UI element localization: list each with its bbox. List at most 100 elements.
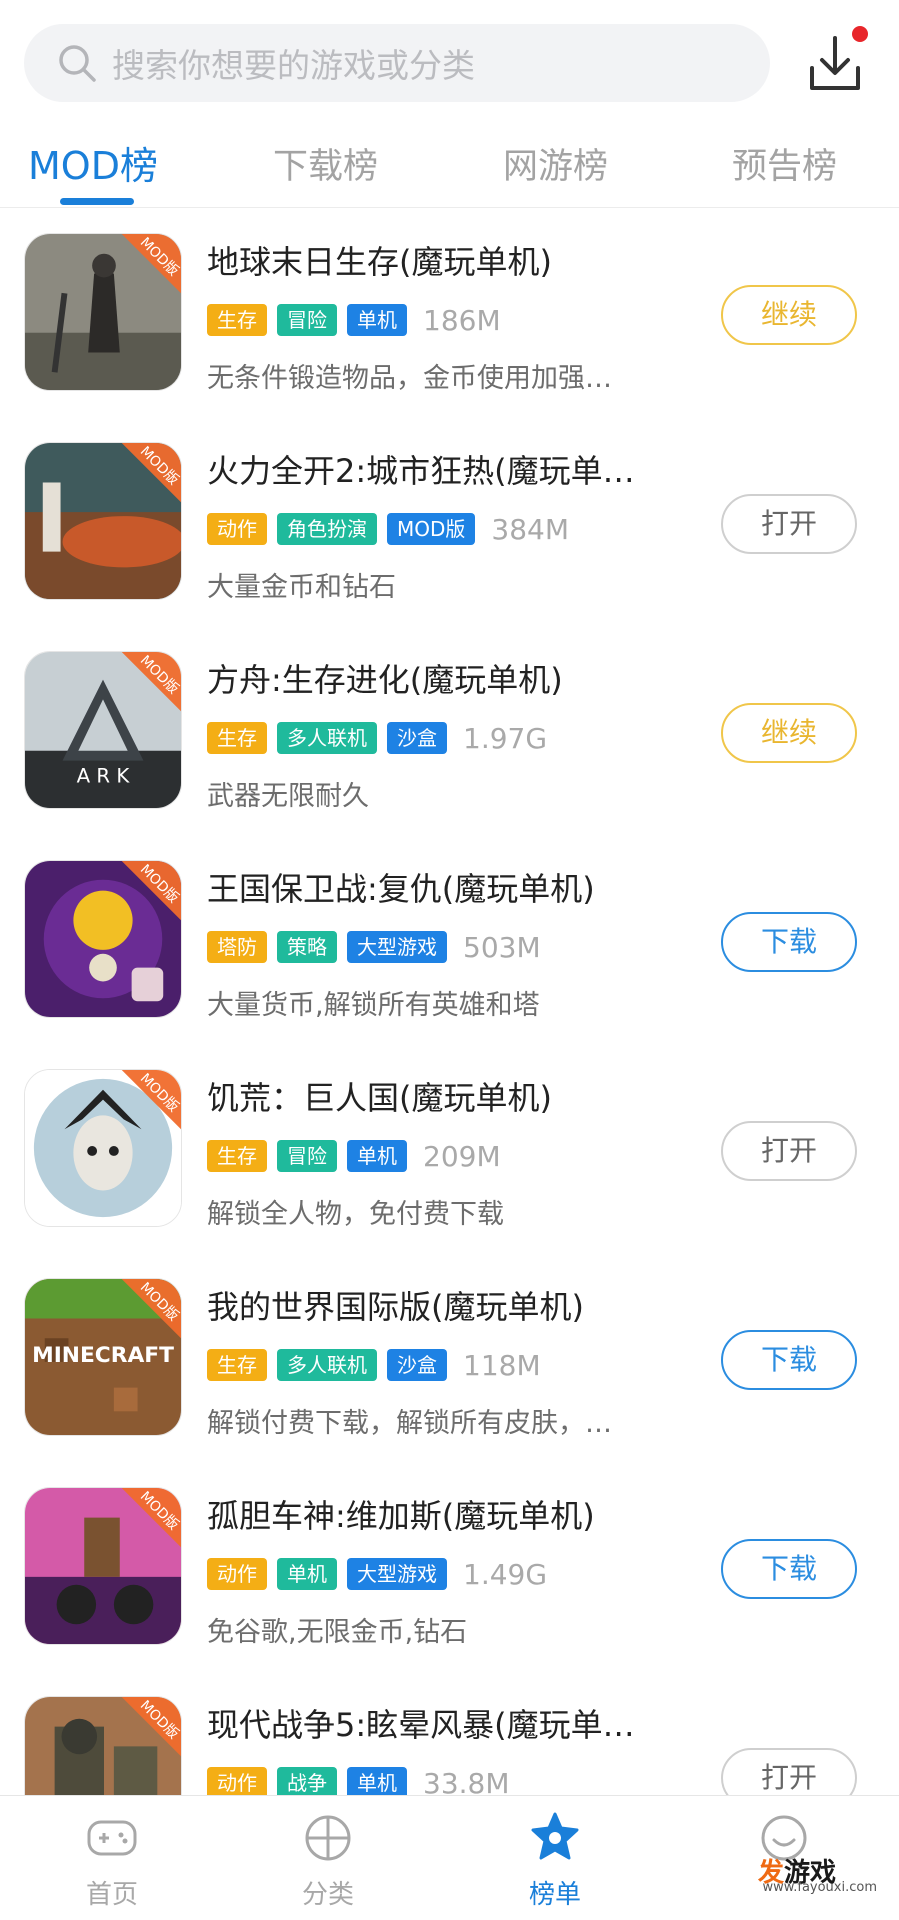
game-tags: 生存 多人联机 沙盒 1.97G <box>207 721 547 755</box>
genre-tag: 多人联机 <box>277 722 377 754</box>
game-size: 1.97G <box>463 721 548 755</box>
genre-tag: 大型游戏 <box>347 931 447 963</box>
game-icon[interactable]: MOD版 <box>24 233 182 391</box>
game-title[interactable]: 孤胆车神:维加斯(魔玩单机) <box>207 1491 681 1537</box>
game-icon[interactable]: MINECRAFT MOD版 <box>24 1278 182 1436</box>
tab-online[interactable]: 网游榜 <box>503 138 608 189</box>
game-tags: 塔防 策略 大型游戏 503M <box>207 930 541 964</box>
game-action-button[interactable]: 打开 <box>721 1748 857 1795</box>
list-item[interactable]: MOD版 饥荒：巨人国(魔玩单机) 生存 冒险 单机 209M 解锁全人物，免付费下… <box>0 1045 899 1254</box>
svg-text:A R K: A R K <box>77 764 131 787</box>
game-icon-artwork: MOD版 <box>25 1697 181 1795</box>
game-description: 无条件锻造物品，金币使用加强… <box>207 363 612 394</box>
game-size: 1.49G <box>463 1557 548 1591</box>
tab-mod[interactable]: MOD榜 <box>28 135 158 190</box>
game-tags: 生存 冒险 单机 186M <box>207 303 501 337</box>
list-item[interactable]: MOD版 地球末日生存(魔玩单机) 生存 冒险 单机 186M 无条件锻造物品，金币… <box>0 209 899 418</box>
nav-category[interactable]: 分类 <box>216 1796 440 1920</box>
game-title[interactable]: 现代战争5:眩晕风暴(魔玩单… <box>207 1700 681 1746</box>
list-item[interactable]: MOD版 火力全开2:城市狂热(魔玩单… 动作 角色扮演 MOD版 384M 大量金… <box>0 418 899 627</box>
svg-text:MINECRAFT: MINECRAFT <box>32 1343 174 1368</box>
game-description: 大量货币,解锁所有英雄和塔 <box>207 990 540 1021</box>
game-icon-artwork: MOD版 <box>25 234 181 390</box>
tab-download[interactable]: 下载榜 <box>273 138 378 189</box>
genre-tag: 角色扮演 <box>277 513 377 545</box>
game-action-button[interactable]: 下载 <box>721 1330 857 1390</box>
game-title[interactable]: 火力全开2:城市狂热(魔玩单… <box>207 446 681 492</box>
game-action-button[interactable]: 继续 <box>721 285 857 345</box>
game-title[interactable]: 地球末日生存(魔玩单机) <box>207 237 681 283</box>
game-icon-artwork: MOD版 <box>25 443 181 599</box>
game-icon[interactable]: MOD版 <box>24 442 182 600</box>
nav-ranking-label: 榜单 <box>528 1880 581 1910</box>
game-size: 118M <box>463 1348 541 1382</box>
genre-tag: 单机 <box>347 304 407 336</box>
top-bar: 搜索你想要的游戏或分类 <box>0 0 899 120</box>
genre-tag: 生存 <box>207 1349 267 1381</box>
game-description: 免谷歌,无限金币,钻石 <box>207 1617 468 1648</box>
game-title[interactable]: 方舟:生存进化(魔玩单机) <box>207 655 681 701</box>
game-action-button[interactable]: 打开 <box>721 1121 857 1181</box>
game-action-button[interactable]: 下载 <box>721 1539 857 1599</box>
genre-tag: 战争 <box>277 1767 337 1795</box>
download-manager-button[interactable] <box>798 26 872 98</box>
game-icon-artwork: A R K MOD版 <box>25 652 181 808</box>
list-item[interactable]: MOD版 孤胆车神:维加斯(魔玩单机) 动作 单机 大型游戏 1.49G 免谷歌,无… <box>0 1463 899 1672</box>
list-item[interactable]: MINECRAFT MOD版 我的世界国际版(魔玩单机) 生存 多人联机 沙盒 11… <box>0 1254 899 1463</box>
game-size: 209M <box>423 1139 501 1173</box>
notification-dot <box>852 26 868 42</box>
genre-tag: 大型游戏 <box>347 1558 447 1590</box>
genre-tag: 动作 <box>207 1558 267 1590</box>
game-size: 33.8M <box>423 1766 510 1796</box>
game-description: 武器无限耐久 <box>207 781 369 812</box>
tab-upcoming[interactable]: 预告榜 <box>732 138 837 189</box>
ranking-icon <box>531 1812 579 1860</box>
game-icon[interactable]: A R K MOD版 <box>24 651 182 809</box>
genre-tag: 沙盒 <box>387 1349 447 1381</box>
game-icon[interactable]: MOD版 <box>24 1069 182 1227</box>
search-input[interactable]: 搜索你想要的游戏或分类 <box>24 24 770 102</box>
game-action-button[interactable]: 下载 <box>721 912 857 972</box>
game-icon-artwork: MOD版 <box>25 861 181 1017</box>
game-tags: 生存 多人联机 沙盒 118M <box>207 1348 541 1382</box>
game-tags: 动作 角色扮演 MOD版 384M <box>207 512 569 546</box>
game-title[interactable]: 王国保卫战:复仇(魔玩单机) <box>207 864 681 910</box>
genre-tag: 冒险 <box>277 1140 337 1172</box>
game-title[interactable]: 我的世界国际版(魔玩单机) <box>207 1282 681 1328</box>
game-size: 503M <box>463 930 541 964</box>
genre-tag: 单机 <box>277 1558 337 1590</box>
genre-tag: 生存 <box>207 304 267 336</box>
genre-tag: 动作 <box>207 513 267 545</box>
genre-tag: 策略 <box>277 931 337 963</box>
game-size: 186M <box>423 303 501 337</box>
game-icon[interactable]: MOD版 <box>24 860 182 1018</box>
nav-home-label: 首页 <box>85 1880 138 1910</box>
search-icon <box>59 45 96 82</box>
game-tags: 生存 冒险 单机 209M <box>207 1139 501 1173</box>
list-item[interactable]: MOD版 现代战争5:眩晕风暴(魔玩单… 动作 战争 单机 33.8M 打开 <box>0 1672 899 1795</box>
game-size: 384M <box>491 512 570 546</box>
genre-tag: 动作 <box>207 1767 267 1795</box>
genre-tag: 生存 <box>207 1140 267 1172</box>
game-action-button[interactable]: 继续 <box>721 703 857 763</box>
game-icon[interactable]: MOD版 <box>24 1696 182 1795</box>
game-tags: 动作 单机 大型游戏 1.49G <box>207 1557 547 1591</box>
ranking-tabs: MOD榜 下载榜 网游榜 预告榜 <box>0 120 899 208</box>
game-list: MOD版 地球末日生存(魔玩单机) 生存 冒险 单机 186M 无条件锻造物品，金币… <box>0 209 899 1795</box>
game-icon[interactable]: MOD版 <box>24 1487 182 1645</box>
nav-ranking[interactable]: 榜单 <box>443 1796 667 1920</box>
genre-tag: 塔防 <box>207 931 267 963</box>
game-action-button[interactable]: 打开 <box>721 494 857 554</box>
search-placeholder: 搜索你想要的游戏或分类 <box>112 46 475 85</box>
genre-tag: 沙盒 <box>387 722 447 754</box>
game-title[interactable]: 饥荒：巨人国(魔玩单机) <box>207 1073 681 1119</box>
game-description: 大量金币和钻石 <box>207 572 396 603</box>
genre-tag: 生存 <box>207 722 267 754</box>
game-icon-artwork: MOD版 <box>25 1488 181 1644</box>
nav-category-label: 分类 <box>301 1880 354 1910</box>
game-icon-artwork: MOD版 <box>25 1070 181 1226</box>
list-item[interactable]: A R K MOD版 方舟:生存进化(魔玩单机) 生存 多人联机 沙盒 1.97G … <box>0 627 899 836</box>
list-item[interactable]: MOD版 王国保卫战:复仇(魔玩单机) 塔防 策略 大型游戏 503M 大量货币,解… <box>0 836 899 1045</box>
nav-home[interactable]: 首页 <box>0 1796 224 1920</box>
game-tags: 动作 战争 单机 33.8M <box>207 1766 510 1795</box>
